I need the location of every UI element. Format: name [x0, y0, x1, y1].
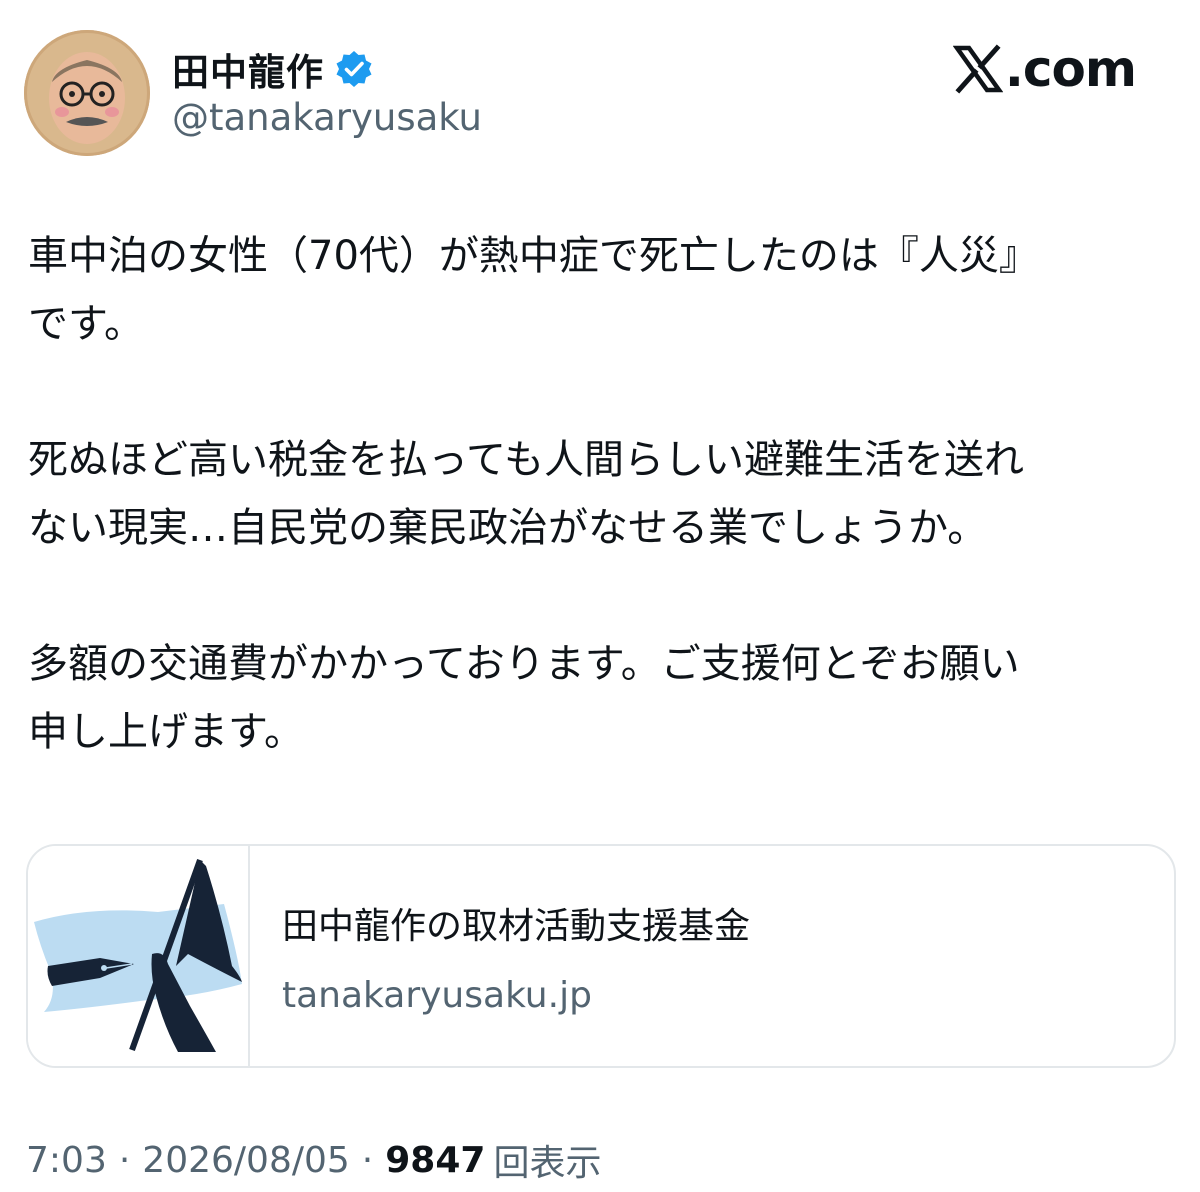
- card-title[interactable]: 田中龍作の取材活動支援基金: [282, 897, 750, 949]
- card-body[interactable]: 田中龍作の取材活動支援基金 tanakaryusaku.jp: [250, 846, 750, 1066]
- tweet-line: ない現実…自民党の棄民政治がなせる業でしょうか。: [28, 505, 988, 551]
- author-handle[interactable]: @tanakaryusaku: [172, 96, 482, 139]
- x-com-logo: .com: [952, 40, 1137, 98]
- tweet-line: 車中泊の女性（70代）が熱中症で死亡したのは『人災』: [28, 233, 1039, 279]
- tweet-meta: 7:03 · 2026/08/05 · 9847 回表示: [26, 1134, 601, 1186]
- views-count: 9847: [385, 1139, 486, 1181]
- separator-dot: ·: [361, 1139, 374, 1181]
- tweet-line: 申し上げます。: [28, 709, 304, 755]
- views-label: 回表示: [493, 1143, 602, 1184]
- separator-dot: ·: [118, 1139, 131, 1181]
- author-display-name[interactable]: 田中龍作: [172, 42, 324, 96]
- tweet-line: 多額の交通費がかかっております。ご支援何とぞお願い: [28, 641, 1020, 687]
- logo-domain-text: .com: [1004, 40, 1137, 98]
- avatar[interactable]: [24, 30, 150, 156]
- author-name-row[interactable]: 田中龍作: [172, 42, 374, 96]
- card-domain[interactable]: tanakaryusaku.jp: [282, 975, 750, 1016]
- x-logo-icon: [952, 44, 1003, 94]
- tweet-date[interactable]: 2026/08/05: [142, 1140, 350, 1181]
- tweet-text: 車中泊の女性（70代）が熱中症で死亡したのは『人災』 です。 死ぬほど高い税金を…: [28, 222, 1178, 766]
- link-preview-card[interactable]: 田中龍作の取材活動支援基金 tanakaryusaku.jp: [26, 844, 1176, 1068]
- avatar-portrait-image: [24, 30, 150, 156]
- tweet-line: です。: [28, 301, 144, 347]
- card-thumbnail[interactable]: [28, 846, 250, 1066]
- verified-badge-icon[interactable]: [334, 49, 374, 89]
- tweet-time[interactable]: 7:03: [26, 1140, 107, 1181]
- tweet-line: 死ぬほど高い税金を払っても人間らしい避難生活を送れ: [28, 437, 1024, 483]
- flag-pen-illustration: [34, 858, 242, 1052]
